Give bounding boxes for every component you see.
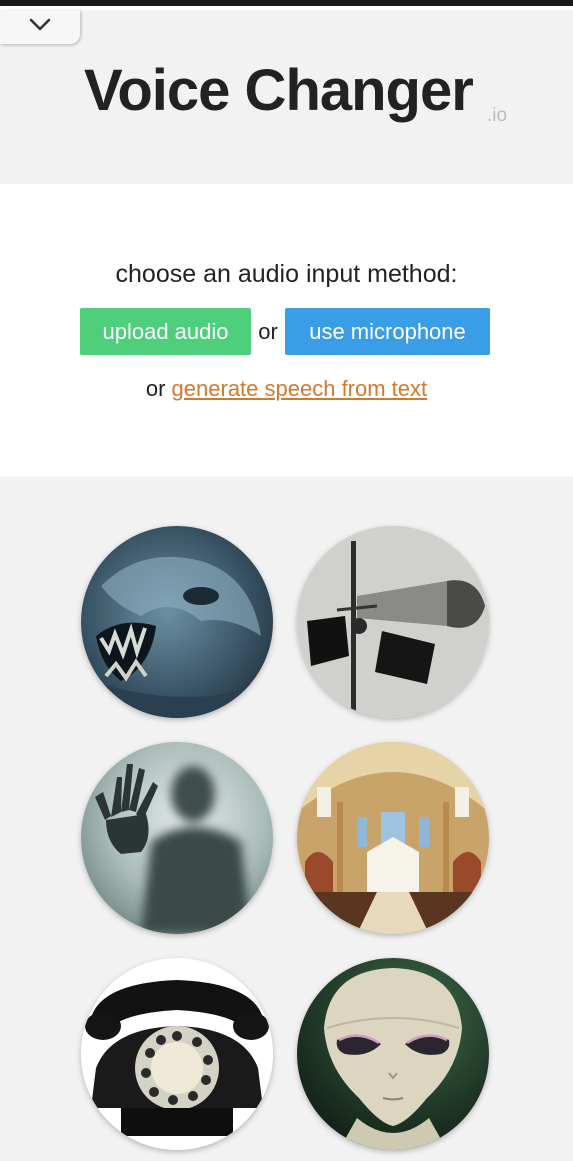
title-suffix: .io bbox=[487, 105, 508, 126]
voice-monster[interactable] bbox=[81, 526, 273, 718]
generate-speech-link[interactable]: generate speech from text bbox=[172, 376, 428, 401]
generate-speech-line: or generate speech from text bbox=[0, 376, 573, 402]
megaphone-speakers-image bbox=[297, 526, 489, 718]
collapse-toggle-button[interactable] bbox=[0, 10, 80, 44]
voice-alien[interactable] bbox=[297, 958, 489, 1150]
header: Voice Changer .io bbox=[0, 10, 573, 184]
alien-face-image bbox=[297, 958, 489, 1150]
voice-cathedral[interactable] bbox=[297, 742, 489, 934]
or-separator: or bbox=[258, 318, 278, 344]
page-title: Voice Changer bbox=[84, 58, 474, 123]
voice-telephone[interactable] bbox=[81, 958, 273, 1150]
voice-ghost[interactable] bbox=[81, 742, 273, 934]
input-method-prompt: choose an audio input method: bbox=[115, 260, 458, 288]
voice-effects-grid bbox=[0, 477, 573, 1161]
ghost-silhouette-image bbox=[81, 742, 273, 934]
monster-face-image bbox=[81, 526, 273, 718]
voice-megaphone[interactable] bbox=[297, 526, 489, 718]
use-microphone-button[interactable]: use microphone bbox=[285, 308, 490, 355]
chevron-down-icon bbox=[28, 17, 52, 38]
rotary-telephone-image bbox=[81, 958, 273, 1150]
upload-audio-button[interactable]: upload audio bbox=[80, 308, 251, 355]
cathedral-interior-image bbox=[297, 742, 489, 934]
or-prefix: or bbox=[145, 376, 166, 401]
audio-input-panel: choose an audio input method: upload aud… bbox=[0, 184, 573, 477]
